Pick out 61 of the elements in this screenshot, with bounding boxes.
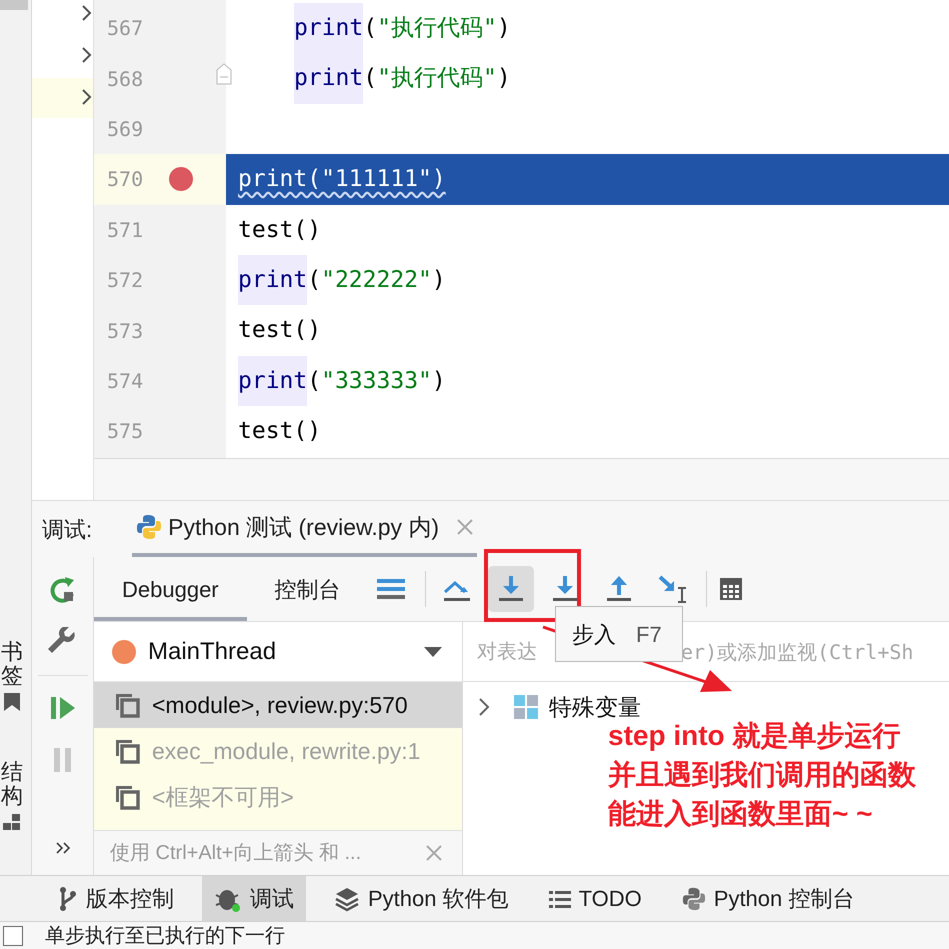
- code-line: test(): [238, 417, 322, 446]
- side-tool-tab[interactable]: 结构: [0, 760, 24, 808]
- code-line: test(): [238, 316, 322, 346]
- tool-window-tab[interactable]: TODO: [536, 876, 654, 921]
- breakpoint-icon[interactable]: [169, 167, 193, 192]
- code-line: test(): [238, 216, 322, 244]
- code-line: print("222222"): [238, 254, 446, 306]
- thread-status-icon: [112, 640, 136, 664]
- session-tab[interactable]: Python 测试 (review.py 内): [132, 501, 478, 557]
- menu-icon[interactable]: [376, 577, 405, 601]
- variable-label: 特殊变量: [549, 692, 641, 722]
- variables-group-icon: [513, 694, 539, 720]
- resume-icon[interactable]: [48, 694, 76, 722]
- line-number: 575: [107, 418, 144, 446]
- code-line: print("111111"): [238, 165, 446, 194]
- frame-icon: [114, 692, 140, 718]
- frame-icon: [114, 784, 140, 810]
- panel-title: 调试:: [42, 516, 92, 544]
- tab[interactable]: 控制台: [246, 557, 369, 621]
- line-number: 573: [107, 318, 144, 345]
- line-number: 568: [107, 66, 144, 93]
- step-button[interactable]: [488, 566, 534, 612]
- code-line: print("执行代码"): [294, 53, 511, 104]
- tool-window-tab[interactable]: Python 软件包: [322, 876, 521, 921]
- status-text: 单步执行至已执行的下一行: [45, 924, 285, 948]
- line-number: 574: [107, 368, 144, 395]
- line-number: 571: [107, 216, 144, 244]
- annotation-text: 能进入到函数里面~ ~: [608, 797, 874, 831]
- fold-marker-icon[interactable]: [216, 63, 232, 86]
- chevron-right-icon[interactable]: [82, 89, 92, 105]
- code-line: print("333333"): [238, 356, 446, 406]
- chevron-right-icon[interactable]: [82, 5, 92, 21]
- tool-window-tab[interactable]: Python 控制台: [670, 876, 866, 921]
- line-number: 569: [107, 116, 144, 143]
- more-icon[interactable]: [56, 842, 70, 854]
- python-logo-icon: [136, 514, 162, 540]
- run-to-cursor-icon: [658, 574, 688, 604]
- annotation-text: step into 就是单步运行: [608, 719, 902, 753]
- side-tool-tab[interactable]: 书签: [0, 640, 24, 688]
- calculator-icon[interactable]: [718, 577, 743, 601]
- tooltip: 步入 F7: [555, 606, 683, 662]
- tool-window-tab[interactable]: 调试: [202, 876, 306, 921]
- stack-frame[interactable]: <module>, review.py:570: [94, 682, 462, 728]
- tool-window-tab[interactable]: 版本控制: [46, 876, 186, 921]
- python-logo-icon: [682, 886, 706, 910]
- line-number: 572: [107, 267, 144, 294]
- layers-icon: [334, 886, 360, 912]
- branch-icon: [58, 886, 78, 912]
- session-title: Python 测试 (review.py 内): [168, 512, 440, 542]
- code-line: print("执行代码"): [294, 3, 511, 54]
- hint-text: 使用 Ctrl+Alt+向上箭头 和 ...: [110, 841, 362, 866]
- bookmark-icon: [2, 692, 22, 712]
- line-number: 567: [107, 15, 144, 42]
- structure-icon: [2, 812, 22, 832]
- frame-icon: [114, 738, 140, 764]
- list-icon: [548, 888, 571, 908]
- line-number: 570: [107, 166, 144, 194]
- dropdown-arrow-icon: [424, 646, 442, 656]
- checkbox[interactable]: [3, 926, 23, 946]
- annotation-text: 并且遇到我们调用的函数: [608, 758, 916, 792]
- chevron-right-icon[interactable]: [82, 47, 92, 63]
